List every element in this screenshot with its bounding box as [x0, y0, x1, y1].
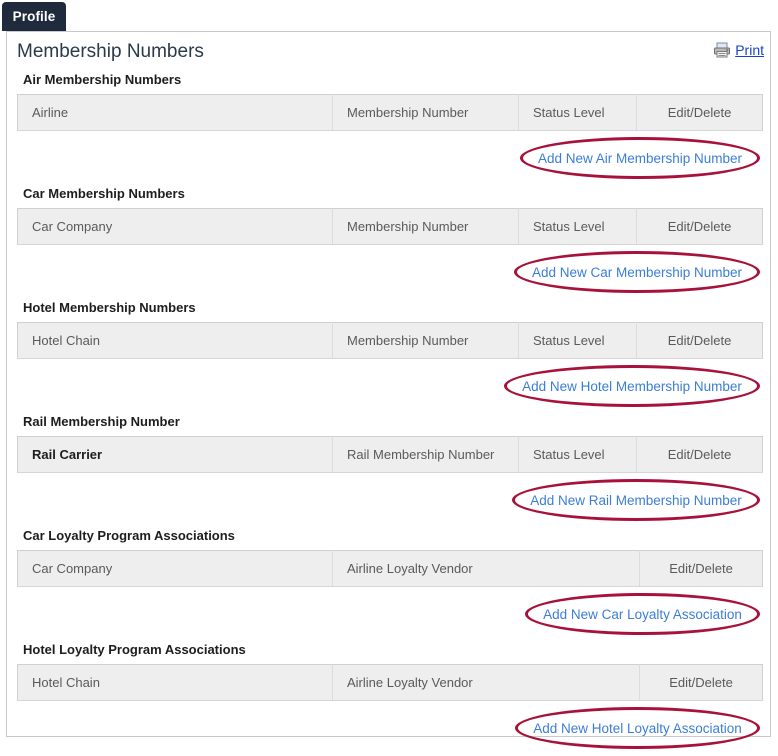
annotation-ellipse-rail: Add New Rail Membership Number	[512, 479, 760, 521]
add-new-air-membership-number-link[interactable]: Add New Air Membership Number	[520, 151, 760, 166]
column-header-3[interactable]: Status Level	[518, 322, 637, 359]
add-row: Add New Hotel Loyalty Association	[17, 701, 760, 756]
table-hotel: Hotel Chain Membership Number Status Lev…	[17, 322, 763, 359]
section-label: Car Loyalty Program Associations	[23, 528, 235, 543]
table-car: Car Company Membership Number Status Lev…	[17, 208, 763, 245]
column-header-1[interactable]: Car Company	[17, 550, 333, 587]
table-car-loyalty: Car Company Airline Loyalty Vendor Edit/…	[17, 550, 763, 587]
table-header-row: Car Company Membership Number Status Lev…	[17, 208, 763, 245]
membership-numbers-panel: Membership Numbers Print Air Membership …	[6, 31, 771, 749]
annotation-ellipse-air: Add New Air Membership Number	[520, 137, 760, 179]
tab-profile-label: Profile	[12, 9, 56, 24]
section-label: Car Membership Numbers	[23, 186, 185, 201]
add-new-hotel-membership-number-link[interactable]: Add New Hotel Membership Number	[504, 379, 760, 394]
column-header-3[interactable]: Edit/Delete	[639, 550, 763, 587]
print-link[interactable]: Print	[735, 42, 764, 58]
section-label: Rail Membership Number	[23, 414, 180, 429]
column-header-4[interactable]: Edit/Delete	[636, 94, 763, 131]
add-row: Add New Rail Membership Number	[17, 473, 760, 528]
add-new-hotel-loyalty-association-link[interactable]: Add New Hotel Loyalty Association	[515, 721, 760, 736]
tab-profile[interactable]: Profile	[2, 2, 66, 31]
page-title: Membership Numbers	[17, 41, 204, 62]
column-header-2[interactable]: Rail Membership Number	[332, 436, 519, 473]
table-hotel-loyalty: Hotel Chain Airline Loyalty Vendor Edit/…	[17, 664, 763, 701]
column-header-4[interactable]: Edit/Delete	[636, 208, 763, 245]
section-label: Hotel Loyalty Program Associations	[23, 642, 246, 657]
table-header-row: Airline Membership Number Status Level E…	[17, 94, 763, 131]
printer-icon	[713, 42, 731, 58]
annotation-ellipse-hotel-loyalty: Add New Hotel Loyalty Association	[515, 707, 760, 749]
table-header-row: Rail Carrier Rail Membership Number Stat…	[17, 436, 763, 473]
section-air: Air Membership Numbers Airline Membershi…	[17, 72, 763, 186]
add-row: Add New Air Membership Number	[17, 131, 760, 186]
column-header-1[interactable]: Hotel Chain	[17, 664, 333, 701]
table-rail: Rail Carrier Rail Membership Number Stat…	[17, 436, 763, 473]
column-header-3[interactable]: Status Level	[518, 208, 637, 245]
annotation-ellipse-car: Add New Car Membership Number	[514, 251, 760, 293]
section-label: Hotel Membership Numbers	[23, 300, 196, 315]
table-header-row: Car Company Airline Loyalty Vendor Edit/…	[17, 550, 763, 587]
column-header-2[interactable]: Membership Number	[332, 322, 519, 359]
section-car: Car Membership Numbers Car Company Membe…	[17, 186, 763, 300]
panel-header: Membership Numbers Print	[7, 32, 770, 72]
table-header-row: Hotel Chain Membership Number Status Lev…	[17, 322, 763, 359]
column-header-2[interactable]: Membership Number	[332, 94, 519, 131]
column-header-3[interactable]: Edit/Delete	[639, 664, 763, 701]
column-header-2[interactable]: Airline Loyalty Vendor	[332, 664, 640, 701]
column-header-1[interactable]: Hotel Chain	[17, 322, 333, 359]
add-row: Add New Hotel Membership Number	[17, 359, 760, 414]
section-rail: Rail Membership Number Rail Carrier Rail…	[17, 414, 763, 528]
column-header-4[interactable]: Edit/Delete	[636, 436, 763, 473]
add-row: Add New Car Loyalty Association	[17, 587, 760, 642]
add-new-car-loyalty-association-link[interactable]: Add New Car Loyalty Association	[525, 607, 760, 622]
column-header-1[interactable]: Car Company	[17, 208, 333, 245]
column-header-2[interactable]: Membership Number	[332, 208, 519, 245]
table-header-row: Hotel Chain Airline Loyalty Vendor Edit/…	[17, 664, 763, 701]
section-car-loyalty: Car Loyalty Program Associations Car Com…	[17, 528, 763, 642]
column-header-2[interactable]: Airline Loyalty Vendor	[332, 550, 640, 587]
add-new-car-membership-number-link[interactable]: Add New Car Membership Number	[514, 265, 760, 280]
column-header-3[interactable]: Status Level	[518, 436, 637, 473]
annotation-ellipse-car-loyalty: Add New Car Loyalty Association	[525, 593, 760, 635]
column-header-1[interactable]: Airline	[17, 94, 333, 131]
section-hotel-loyalty: Hotel Loyalty Program Associations Hotel…	[17, 642, 763, 756]
add-row: Add New Car Membership Number	[17, 245, 760, 300]
section-label: Air Membership Numbers	[23, 72, 182, 87]
tab-strip: Profile	[0, 0, 778, 31]
table-air: Airline Membership Number Status Level E…	[17, 94, 763, 131]
add-new-rail-membership-number-link[interactable]: Add New Rail Membership Number	[512, 493, 760, 508]
column-header-3[interactable]: Status Level	[518, 94, 637, 131]
sections-container: Air Membership Numbers Airline Membershi…	[7, 72, 770, 756]
column-header-4[interactable]: Edit/Delete	[636, 322, 763, 359]
annotation-ellipse-hotel: Add New Hotel Membership Number	[504, 365, 760, 407]
section-hotel: Hotel Membership Numbers Hotel Chain Mem…	[17, 300, 763, 414]
print-control[interactable]: Print	[713, 42, 764, 58]
column-header-1[interactable]: Rail Carrier	[17, 436, 333, 473]
